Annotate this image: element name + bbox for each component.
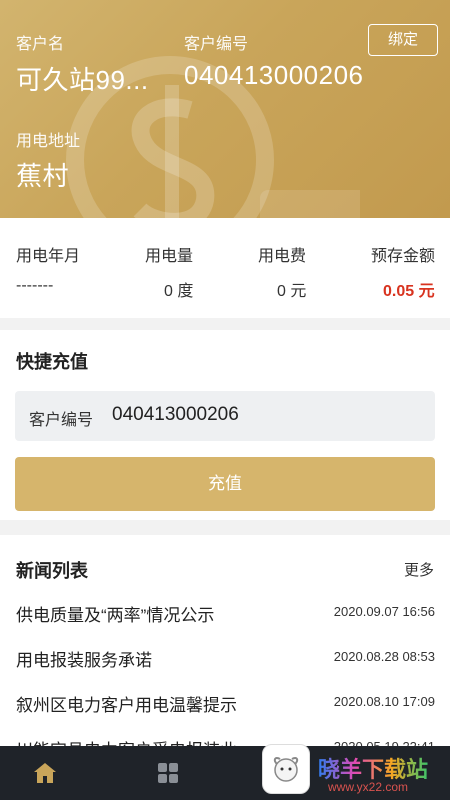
usage-month-value: ------- — [16, 277, 54, 294]
watermark-url: www.yx22.com — [328, 780, 409, 794]
recharge-button[interactable]: 充值 — [15, 457, 435, 511]
news-item[interactable]: 供电质量及“两率”情况公示 2020.09.07 16:56 — [0, 589, 450, 635]
customer-number-label: 客户编号 — [184, 36, 249, 53]
news-item-title: 供电质量及“两率”情况公示 — [16, 606, 215, 625]
news-item-date: 2020.08.28 08:53 — [333, 649, 435, 664]
news-title: 新闻列表 — [16, 561, 88, 581]
prepaid-header: 预存金额 — [371, 248, 436, 265]
account-header: 客户名 可久站99... 客户编号 040413000206 绑定 用电地址 蕉… — [0, 0, 450, 218]
prepaid-value: 0.05 元 — [383, 283, 435, 300]
address-value: 蕉村 — [16, 161, 70, 191]
news-item[interactable]: 叙州区电力客户用电温馨提示 2020.08.10 17:09 — [0, 679, 450, 725]
recharge-account-label: 客户编号 — [29, 412, 94, 429]
news-more-link[interactable]: 更多 — [404, 559, 434, 580]
sheep-logo-icon — [262, 744, 310, 794]
usage-amount-header: 用电量 — [145, 248, 194, 265]
tab-home[interactable] — [0, 746, 90, 800]
address-label: 用电地址 — [16, 133, 81, 150]
usage-fee-value: 0 元 — [277, 283, 307, 300]
customer-name-value: 可久站99... — [16, 65, 149, 95]
customer-number-value: 040413000206 — [184, 60, 364, 90]
home-icon — [34, 763, 56, 783]
recharge-account-value: 040413000206 — [112, 404, 239, 425]
quick-recharge-title: 快捷充值 — [16, 352, 88, 372]
customer-name-label: 客户名 — [16, 36, 65, 53]
tab-apps[interactable] — [123, 746, 213, 800]
usage-month-header: 用电年月 — [16, 248, 81, 265]
usage-summary: 用电年月 用电量 用电费 预存金额 ------- 0 度 0 元 0.05 元 — [0, 218, 450, 318]
recharge-account-field[interactable]: 客户编号 040413000206 — [15, 391, 435, 441]
quick-recharge-section: 快捷充值 客户编号 040413000206 充值 — [0, 330, 450, 520]
news-item-date: 2020.09.07 16:56 — [333, 604, 435, 619]
grid-icon — [158, 763, 178, 783]
bind-button[interactable]: 绑定 — [368, 24, 438, 56]
news-item-title: 叙州区电力客户用电温馨提示 — [16, 696, 237, 715]
news-item-title: 用电报装服务承诺 — [16, 651, 152, 670]
usage-fee-header: 用电费 — [258, 248, 307, 265]
usage-amount-value: 0 度 — [164, 283, 194, 300]
news-item-date: 2020.08.10 17:09 — [333, 694, 435, 709]
news-item[interactable]: 用电报装服务承诺 2020.08.28 08:53 — [0, 634, 450, 680]
